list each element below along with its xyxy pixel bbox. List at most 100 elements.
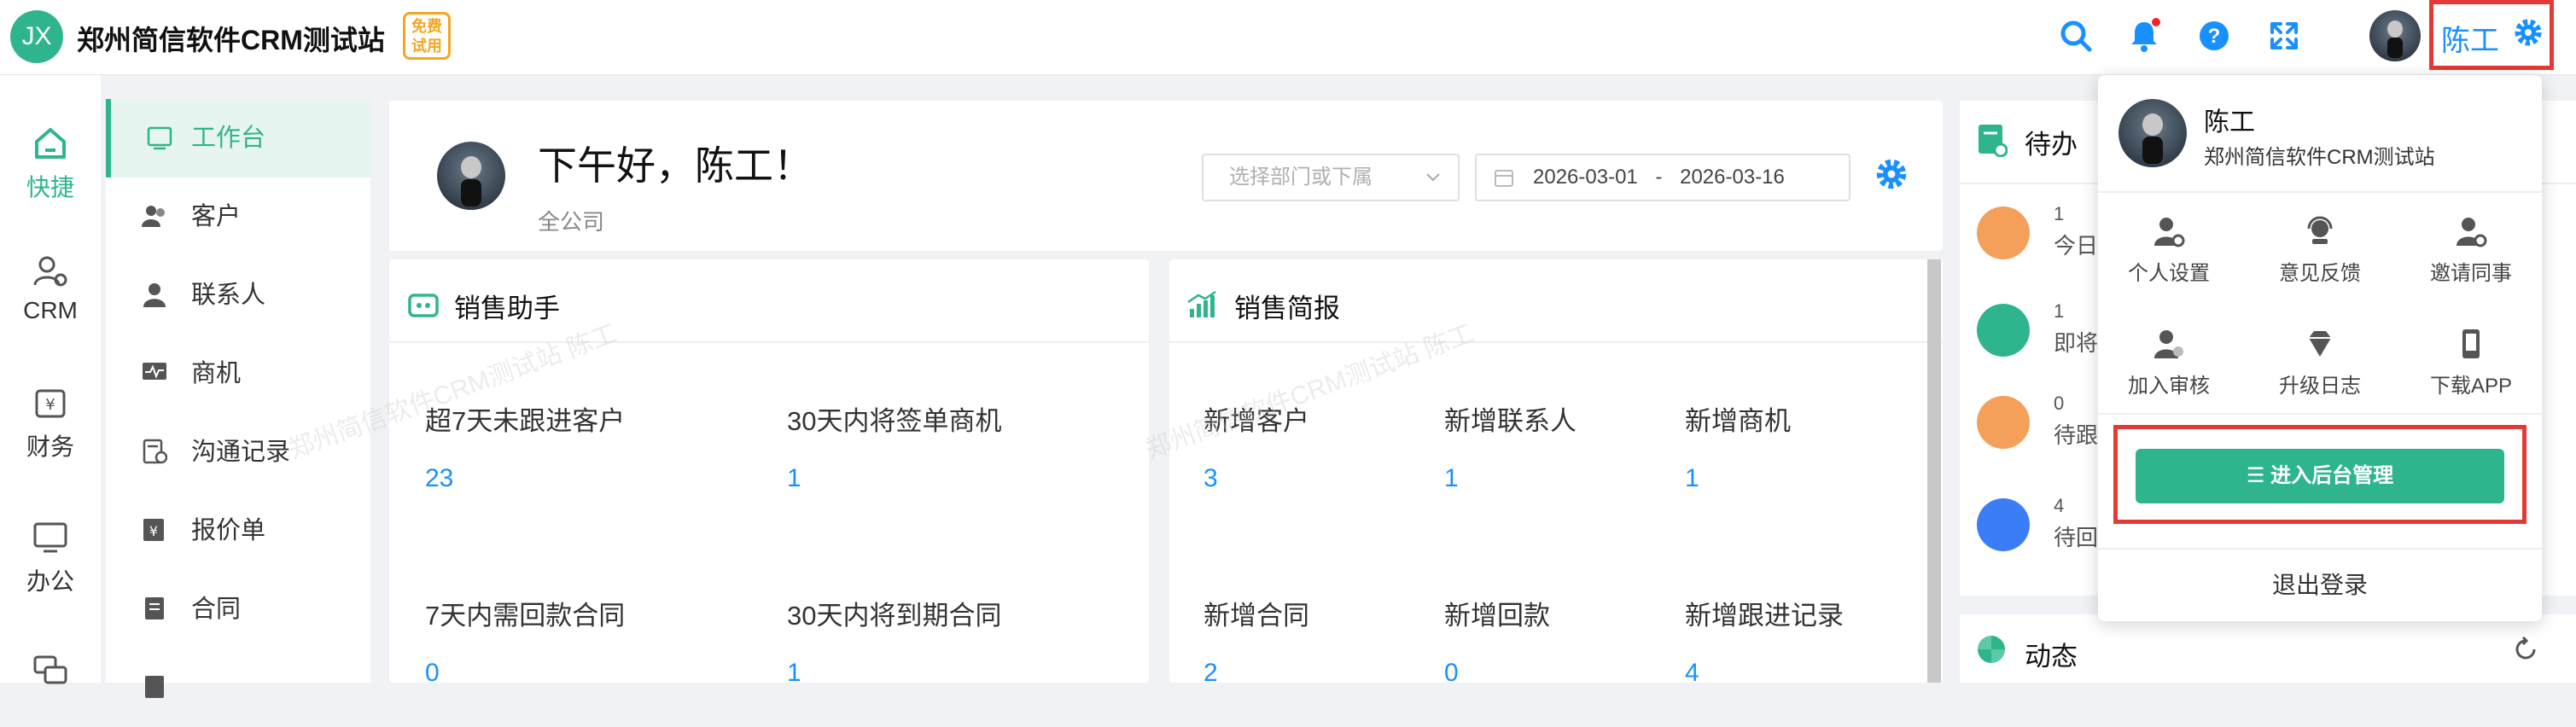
app-logo: JX: [10, 10, 63, 63]
fullscreen-icon[interactable]: [2265, 17, 2303, 55]
watermark: 郑州简信软件CRM测试站 陈工: [1141, 319, 1478, 465]
stat-value[interactable]: 1: [1444, 464, 1459, 493]
menu-item-contacts[interactable]: 联系人: [106, 256, 370, 334]
divider: [2098, 413, 2542, 415]
stat-value[interactable]: 0: [1444, 659, 1459, 688]
divider: [2098, 191, 2542, 193]
opportunity-icon: [143, 363, 166, 380]
wallet-icon: ¥: [35, 389, 66, 418]
enter-admin-button[interactable]: ☰ 进入后台管理: [2136, 449, 2504, 503]
join-review-icon: [2154, 330, 2183, 358]
bell-icon[interactable]: [2125, 17, 2163, 55]
menu-item-contracts[interactable]: 合同: [106, 570, 370, 648]
stat-value[interactable]: 1: [787, 464, 801, 493]
search-icon[interactable]: [2057, 17, 2095, 55]
scope-label: 全公司: [538, 209, 605, 235]
settings-gear-icon[interactable]: [1874, 157, 1909, 191]
menu-feedback[interactable]: 意见反馈: [2256, 215, 2384, 286]
stat-value[interactable]: 4: [1685, 659, 1699, 688]
sidebar-item-more[interactable]: [0, 652, 101, 696]
user-settings-icon: [2154, 218, 2185, 247]
stat-label: 超7天未跟进客户: [425, 406, 626, 436]
trial-badge[interactable]: 免费 试用: [403, 12, 451, 60]
department-select[interactable]: 选择部门或下属: [1202, 154, 1460, 201]
help-icon[interactable]: ?: [2195, 17, 2233, 55]
stat-value[interactable]: 2: [1203, 659, 1218, 688]
menu-invite-colleague[interactable]: 邀请同事: [2407, 215, 2535, 286]
user-highlight-box: [2429, 0, 2554, 70]
download-app-icon: [2462, 329, 2480, 358]
customers-icon: [142, 206, 165, 227]
divider: [1169, 341, 1943, 343]
stat-label: 30天内将签单商机: [787, 406, 1002, 436]
stat-value[interactable]: 3: [1203, 464, 1218, 493]
activity-title: 动态: [2025, 642, 2078, 672]
stat-label: 新增合同: [1203, 601, 1309, 631]
stat-value[interactable]: 23: [425, 464, 453, 493]
user-gear-icon: [33, 256, 67, 287]
menu-item-quotes[interactable]: ¥ 报价单: [106, 491, 370, 570]
sidebar-item-quick[interactable]: 快捷: [0, 125, 101, 203]
dropdown-user-name: 陈工: [2204, 108, 2255, 137]
menu-item-workbench[interactable]: 工作台: [106, 99, 370, 177]
feedback-icon: [2307, 216, 2333, 244]
menu-download-app[interactable]: 下载APP: [2407, 328, 2535, 398]
menu-item-records[interactable]: 沟通记录: [106, 413, 370, 491]
todo-user-icon: [1977, 206, 2030, 259]
dropdown-company: 郑州简信软件CRM测试站: [2204, 146, 2435, 169]
chevron-down-icon: [1426, 173, 1440, 182]
menu-item-customers[interactable]: 客户: [106, 177, 370, 256]
card-title: 销售简报: [1234, 294, 1340, 323]
date-range-picker[interactable]: 2026-03-01 - 2026-03-16: [1475, 154, 1850, 201]
welcome-avatar: [437, 142, 505, 210]
stat-label: 新增客户: [1203, 406, 1309, 436]
menu-join-review[interactable]: 加入审核: [2105, 328, 2233, 398]
menu-personal-settings[interactable]: 个人设置: [2105, 215, 2233, 286]
menu-upgrade-log[interactable]: 升级日志: [2256, 328, 2384, 398]
stat-value[interactable]: 0: [425, 659, 440, 688]
secondary-sidebar: 工作台 客户 联系人 商机 沟通记录 ¥ 报价单 合同: [106, 99, 370, 698]
activity-icon: [1978, 636, 2005, 663]
logout-button[interactable]: 退出登录: [2098, 567, 2542, 601]
app-title: 郑州简信软件CRM测试站: [77, 25, 385, 55]
todo-doc-icon: [1977, 304, 2030, 357]
stat-label: 7天内需回款合同: [425, 601, 626, 631]
home-icon: [35, 128, 66, 159]
sales-brief-card: 销售简报 新增客户 3 新增联系人 1 新增商机 1 新增合同 2 新增回款 0…: [1142, 259, 1943, 687]
scrollbar[interactable]: [1927, 259, 1941, 683]
dashboard-icon: [147, 126, 172, 150]
greeting-text: 下午好，陈工！: [538, 143, 813, 188]
primary-sidebar: 快捷 CRM ¥ 财务 办公: [0, 75, 101, 684]
calendar-icon: [1495, 170, 1513, 187]
svg-text:?: ?: [2208, 25, 2221, 48]
divider: [389, 341, 1149, 343]
sidebar-item-crm[interactable]: CRM: [0, 253, 101, 324]
stat-label: 新增跟进记录: [1685, 601, 1844, 631]
upgrade-log-icon: [2309, 331, 2331, 357]
assistant-icon: [408, 294, 439, 317]
menu-item-opportunities[interactable]: 商机: [106, 334, 370, 413]
chat-icon: [33, 655, 67, 684]
record-icon: [143, 439, 167, 464]
invite-icon: [2457, 218, 2487, 247]
user-dropdown-menu: 陈工 郑州简信软件CRM测试站 个人设置 意见反馈 邀请同事 加入审核 升级日志…: [2098, 75, 2542, 621]
quote-icon: ¥: [143, 519, 164, 541]
stat-label: 新增回款: [1444, 601, 1550, 631]
activity-card: 动态: [1960, 614, 2576, 683]
welcome-card: 下午好，陈工！ 全公司 选择部门或下属 2026-03-01 - 2026-03…: [389, 101, 1943, 251]
card-title: 销售助手: [454, 294, 560, 323]
todo-payment-icon: [1977, 498, 2030, 551]
sidebar-item-finance[interactable]: ¥ 财务: [0, 384, 101, 462]
stat-value[interactable]: 1: [787, 659, 801, 688]
top-bar: JX 郑州简信软件CRM测试站 免费 试用 ? 陈工: [0, 0, 2576, 75]
refresh-icon[interactable]: [2513, 637, 2538, 662]
sidebar-item-office[interactable]: 办公: [0, 519, 101, 597]
todo-calendar-icon: [1977, 396, 2030, 449]
menu-item-partial[interactable]: [106, 648, 370, 727]
plan-icon: [145, 676, 164, 698]
stat-value[interactable]: 1: [1685, 464, 1699, 493]
stat-label: 新增联系人: [1444, 406, 1576, 436]
stat-label: 新增商机: [1685, 406, 1791, 436]
user-avatar[interactable]: [2369, 10, 2421, 61]
contact-icon: [143, 283, 166, 307]
